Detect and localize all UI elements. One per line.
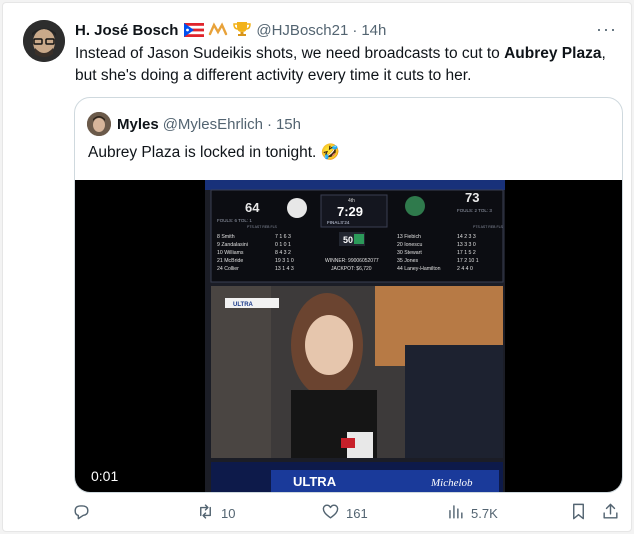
right-stats: 17 1 5 2 xyxy=(457,250,476,256)
like-count: 161 xyxy=(346,505,368,521)
right-score: 73 xyxy=(465,190,479,205)
ad-label: ULTRA xyxy=(233,302,254,308)
jackpot-label: JACKPOT: $6,720 xyxy=(331,266,372,272)
video-frame: 64 73 FOULS: 6 TOL: 1 FOULS: 2 TOL: 3 4t… xyxy=(205,180,505,492)
separator-dot: · xyxy=(266,115,272,133)
tweet-text-part: Instead of Jason Sudeikis shots, we need… xyxy=(75,45,505,62)
left-player: 24 Collier xyxy=(217,266,239,272)
retweet-count: 10 xyxy=(221,505,236,521)
right-stats: 13 3 3 0 xyxy=(457,242,476,248)
left-stats: 7 1 6 3 xyxy=(275,234,291,240)
heart-icon xyxy=(321,502,340,524)
quote-author-handle[interactable]: @MylesEhrlich xyxy=(163,116,263,133)
views-button[interactable]: 5.7K xyxy=(446,499,498,527)
left-score: 64 xyxy=(245,200,260,215)
banner-ultra: ULTRA xyxy=(293,474,337,489)
bookmark-button[interactable] xyxy=(569,499,588,527)
quoted-tweet[interactable]: Myles @MylesEhrlich · 15h Aubrey Plaza i… xyxy=(74,97,623,493)
views-count: 5.7K xyxy=(471,505,498,521)
tweet-card[interactable]: H. José Bosch @HJBosch21 · 14h ··· Inste… xyxy=(2,2,632,532)
quote-text: Aubrey Plaza is locked in tonight. 🤣 xyxy=(88,144,340,161)
game-clock: 7:29 xyxy=(337,204,363,219)
retweet-button[interactable]: 10 xyxy=(196,499,235,527)
right-fouls: FOULS: 2 TOL: 3 xyxy=(457,208,492,213)
arms-icon xyxy=(208,21,228,39)
left-fouls: FOULS: 6 TOL: 1 xyxy=(217,218,252,223)
bar-chart-icon xyxy=(446,502,465,524)
right-player: 35 Jones xyxy=(397,258,418,264)
quote-header: Myles @MylesEhrlich · 15h xyxy=(117,112,301,136)
reply-button[interactable] xyxy=(72,499,97,527)
share-icon xyxy=(601,502,620,524)
right-stats: 14 2 3 3 xyxy=(457,234,476,240)
quote-author-name[interactable]: Myles xyxy=(117,116,159,133)
tweet-text: Instead of Jason Sudeikis shots, we need… xyxy=(75,43,615,87)
event-label: FINALS'24 xyxy=(327,220,350,225)
author-name[interactable]: H. José Bosch xyxy=(75,22,178,39)
video-player[interactable]: 64 73 FOULS: 6 TOL: 1 FOULS: 2 TOL: 3 4t… xyxy=(75,180,622,492)
right-player: 30 Stewart xyxy=(397,250,422,256)
author-avatar[interactable] xyxy=(23,20,65,62)
banner-brand: Michelob xyxy=(430,477,473,489)
left-player: 10 Williams xyxy=(217,250,244,256)
right-player: 13 Fiebich xyxy=(397,234,421,240)
right-player: 20 Ionescu xyxy=(397,242,422,248)
left-player: 21 McBride xyxy=(217,258,243,264)
right-player: 44 Laney-Hamilton xyxy=(397,266,441,272)
video-timestamp: 0:01 xyxy=(91,468,119,484)
left-stats: 8 4 3 2 xyxy=(275,250,291,256)
like-button[interactable]: 161 xyxy=(321,499,368,527)
trophy-icon xyxy=(232,21,252,40)
left-stats: 19 3 1 0 xyxy=(275,258,294,264)
quote-author-avatar[interactable] xyxy=(87,112,111,136)
left-stats: 0 1 0 1 xyxy=(275,242,291,248)
right-stats: 17 2 10 1 xyxy=(457,258,479,264)
puerto-rico-flag-icon xyxy=(184,23,205,37)
quote-time[interactable]: 15h xyxy=(276,116,301,133)
separator-dot: · xyxy=(352,21,358,39)
retweet-icon xyxy=(196,502,215,524)
right-stat-headers: PTS AST REB FLS xyxy=(473,225,504,229)
left-player: 9 Zandalasini xyxy=(217,242,248,248)
left-stats: 13 1 4 3 xyxy=(275,266,294,272)
right-stats: 2 4 4 0 xyxy=(457,266,473,272)
author-handle[interactable]: @HJBosch21 xyxy=(256,22,348,39)
reply-icon xyxy=(72,502,91,524)
tweet-actions: 10 161 5.7K xyxy=(3,499,633,527)
shot-clock: 50 xyxy=(343,235,353,245)
winner-label: WINNER: 99006052077 xyxy=(325,258,379,264)
more-options-icon[interactable]: ··· xyxy=(596,19,617,40)
bookmark-icon xyxy=(569,502,588,524)
tweet-header: H. José Bosch @HJBosch21 · 14h xyxy=(75,19,615,41)
tweet-time[interactable]: 14h xyxy=(361,22,386,39)
tweet-text-bold: Aubrey Plaza xyxy=(504,45,602,62)
left-stat-headers: PTS AST REB FLS xyxy=(247,225,278,229)
share-button[interactable] xyxy=(601,499,620,527)
left-player: 8 Smith xyxy=(217,234,235,240)
